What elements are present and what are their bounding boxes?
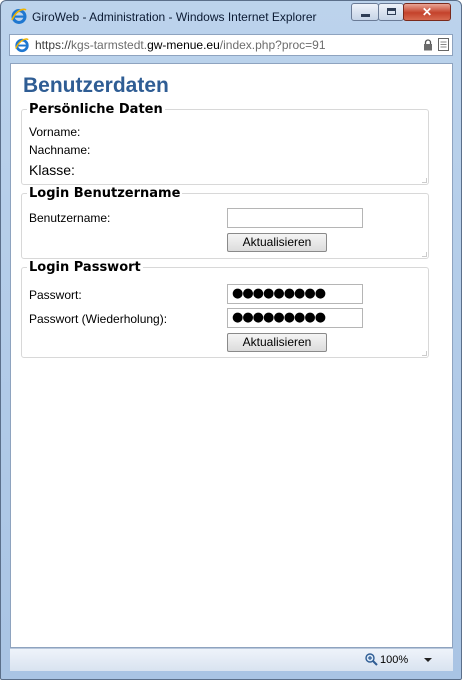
- personal-data-section: Persönliche Daten Vorname: Nachname: Kla…: [21, 102, 429, 185]
- resize-grip: [422, 351, 427, 356]
- login-username-legend: Login Benutzername: [27, 186, 183, 201]
- username-label: Benutzername:: [29, 211, 111, 225]
- url-scheme: https://: [35, 38, 72, 52]
- last-name-label: Nachname:: [29, 143, 91, 157]
- update-username-button[interactable]: Aktualisieren: [227, 233, 327, 252]
- chevron-down-icon[interactable]: [424, 658, 432, 662]
- close-button[interactable]: ✕: [403, 3, 451, 21]
- password-input[interactable]: ●●●●●●●●●: [227, 284, 363, 304]
- personal-data-legend: Persönliche Daten: [27, 102, 165, 117]
- login-password-legend: Login Passwort: [27, 260, 143, 275]
- url-subdomain: kgs-tarmstedt.: [71, 38, 148, 52]
- username-input[interactable]: [227, 208, 363, 228]
- class-label: Klasse:: [29, 162, 75, 178]
- update-password-button[interactable]: Aktualisieren: [227, 333, 327, 352]
- url-domain: gw-menue.eu: [147, 38, 220, 52]
- login-username-section: Login Benutzername Benutzername: Aktuali…: [21, 186, 429, 259]
- ie-logo-icon: [11, 8, 27, 24]
- login-password-section: Login Passwort Passwort: ●●●●●●●●● Passw…: [21, 260, 429, 358]
- resize-grip: [422, 252, 427, 257]
- password-repeat-input[interactable]: ●●●●●●●●●: [227, 308, 363, 328]
- maximize-icon: [387, 8, 396, 15]
- minimize-icon: [361, 14, 370, 17]
- password-label: Passwort:: [29, 288, 82, 302]
- window-title: GiroWeb - Administration - Windows Inter…: [32, 10, 317, 24]
- title-bar[interactable]: GiroWeb - Administration - Windows Inter…: [1, 1, 461, 33]
- status-bar: 100%: [10, 648, 453, 671]
- page-title: Benutzerdaten: [23, 74, 169, 97]
- zoom-level[interactable]: 100%: [380, 654, 408, 666]
- resize-grip: [422, 178, 427, 183]
- page-content: Benutzerdaten Persönliche Daten Vorname:…: [10, 63, 453, 648]
- zoom-icon[interactable]: [365, 653, 378, 666]
- browser-window: GiroWeb - Administration - Windows Inter…: [0, 0, 462, 680]
- url-path: /index.php?proc=91: [219, 38, 326, 52]
- page-icon[interactable]: [438, 38, 449, 51]
- first-name-label: Vorname:: [29, 125, 81, 139]
- password-repeat-label: Passwort (Wiederholung):: [29, 312, 168, 326]
- minimize-button[interactable]: [351, 3, 379, 21]
- ie-logo-icon: [15, 38, 29, 53]
- address-bar[interactable]: https://kgs-tarmstedt.gw-menue.eu/index.…: [9, 34, 453, 56]
- close-icon: ✕: [421, 5, 433, 19]
- maximize-button[interactable]: [378, 3, 404, 21]
- lock-icon[interactable]: [423, 39, 433, 51]
- url-text[interactable]: https://kgs-tarmstedt.gw-menue.eu/index.…: [35, 38, 326, 52]
